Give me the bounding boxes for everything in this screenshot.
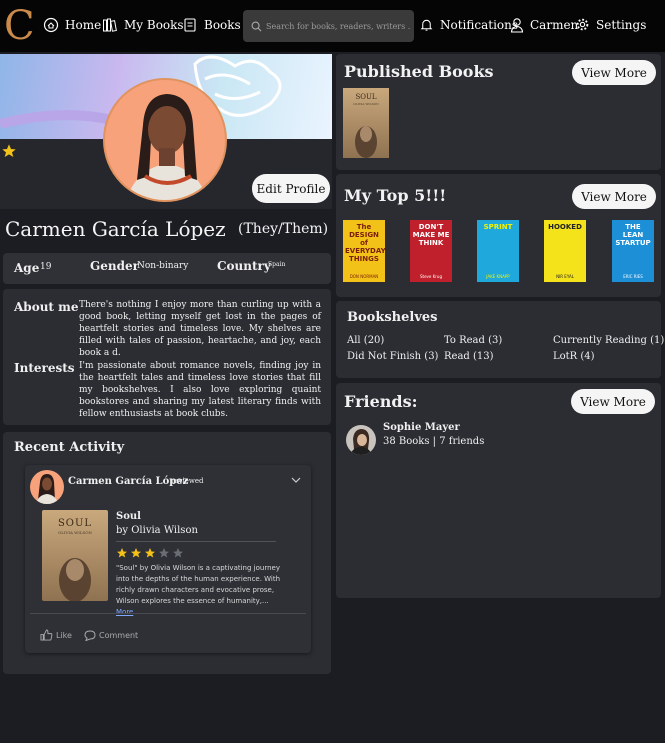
friends-panel [336,383,661,598]
nav-my-books-label: My Books [124,18,184,32]
nav-settings-label: Settings [596,17,647,32]
top5-book-cover[interactable]: HOOKED NIR EYAL [544,220,586,282]
nav-books-label: Books [204,18,241,32]
home-icon [43,17,59,33]
comment-icon [84,630,96,641]
published-books-title: Published Books [344,62,494,81]
like-label: Like [56,630,72,640]
top5-book-cover[interactable]: DON'T MAKE ME THINK Steve Krug [410,220,452,282]
interests-label: Interests [14,361,75,375]
friends-view-more-button[interactable]: View More [571,389,655,414]
top5-book-author: ERIC RIES [623,274,643,279]
shelf-read[interactable]: Read (13) [444,351,494,362]
gender-label: Gender [90,259,139,273]
activity-avatar [30,470,64,504]
friend-stats: 38 Books | 7 friends [383,436,485,447]
activity-action: reviewed [171,477,204,485]
activity-divider [116,541,276,542]
comment-button[interactable]: Comment [84,630,138,641]
published-view-more-button[interactable]: View More [572,60,656,85]
top5-book-author: Steve Krug [419,274,442,279]
profile-pronouns: (They/Them) [238,221,329,237]
chevron-down-icon[interactable] [291,476,301,484]
gender-value: Non-binary [137,261,189,271]
country-label: Country [217,259,271,273]
top-nav: C Home My Books Books Notifications Carm… [0,0,665,52]
star-icon [117,548,127,558]
nav-home-label: Home [65,18,102,32]
interests-text: I'm passionate about romance novels, fin… [79,361,321,419]
star-icon [2,144,16,157]
star-empty-icon [159,548,169,558]
activity-book-cover[interactable]: SOUL OLIVIA WILSON [42,510,108,601]
age-value: 19 [40,262,52,272]
edit-profile-button[interactable]: Edit Profile [252,174,330,203]
recent-activity-title: Recent Activity [14,440,125,455]
top5-book-cover[interactable]: SPRINT JAKE KNAPP [477,220,519,282]
avatar [103,78,227,202]
top5-book-title: THE LEAN STARTUP [615,223,651,247]
search-bar[interactable] [243,10,414,42]
nav-user[interactable]: Carmen [510,17,578,33]
about-text: There's nothing I enjoy more than curlin… [79,300,321,358]
published-book-cover[interactable]: SOUL OLIVIA WILSON [343,88,389,158]
user-icon [510,18,524,33]
top5-book-author: JAKE KNAPP [486,274,510,279]
shelf-all[interactable]: All (20) [347,335,384,346]
top5-book-title: The DESIGN of EVERYDAY THINGS [345,223,385,263]
review-text: "Soul" by Olivia Wilson is a captivating… [116,564,281,605]
star-empty-icon [173,548,183,558]
bookshelves-title: Bookshelves [347,310,438,325]
activity-footer-divider [30,613,306,614]
shelf-lotr[interactable]: LotR (4) [553,351,595,362]
top5-book-title: HOOKED [548,223,582,231]
friend-name[interactable]: Sophie Mayer [383,422,460,433]
logo[interactable]: C [4,0,40,52]
top5-title: My Top 5!!! [344,186,447,205]
shelf-to-read[interactable]: To Read (3) [444,335,502,346]
friend-avatar[interactable] [346,425,376,455]
nav-notifications[interactable]: Notifications [419,17,518,33]
top5-book-cover[interactable]: The DESIGN of EVERYDAY THINGS DON NORMAN [343,220,385,282]
activity-review: "Soul" by Olivia Wilson is a captivating… [116,563,282,618]
rating-stars [116,547,184,559]
shelf-did-not-finish[interactable]: Did Not Finish (3) [347,351,438,362]
friends-title: Friends: [344,392,418,411]
top5-book-title: SPRINT [483,223,513,231]
country-value: Spain [268,261,286,268]
thumbs-up-icon [40,629,53,641]
books-icon [103,18,117,32]
book-icon [184,18,196,32]
nav-home[interactable]: Home [43,17,101,33]
top5-book-cover[interactable]: THE LEAN STARTUP ERIC RIES [612,220,654,282]
activity-book-author: by Olivia Wilson [116,525,198,536]
bell-icon [420,19,433,31]
top5-view-more-button[interactable]: View More [572,184,656,209]
search-icon [251,21,262,31]
comment-label: Comment [99,631,139,640]
review-more-link[interactable]: More [116,608,133,616]
star-icon [145,548,155,558]
top5-book-title: DON'T MAKE ME THINK [412,223,450,247]
star-icon [131,548,141,558]
nav-books[interactable]: Books [182,17,241,33]
profile-name: Carmen García López [5,217,226,241]
nav-my-books[interactable]: My Books [102,17,184,33]
nav-notifications-label: Notifications [440,18,519,32]
gear-icon [576,18,589,31]
like-button[interactable]: Like [40,629,72,641]
nav-user-label: Carmen [530,18,579,32]
top5-book-author: NIR EYAL [556,274,574,279]
shelf-currently-reading[interactable]: Currently Reading (1) [553,335,664,346]
search-input[interactable] [266,21,411,31]
nav-settings[interactable]: Settings [575,17,646,32]
top5-book-author: DON NORMAN [349,274,379,279]
activity-book-title[interactable]: Soul [116,511,141,522]
age-label: Age [14,261,40,275]
about-label: About me [14,300,79,314]
